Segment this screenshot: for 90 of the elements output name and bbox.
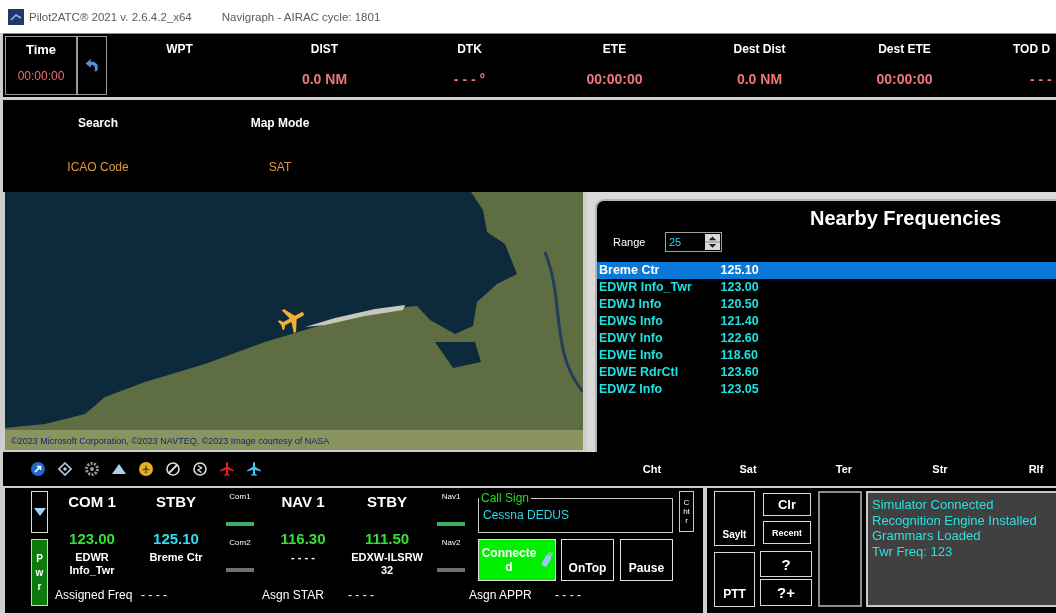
layer-toggle[interactable]: Rlf xyxy=(1022,463,1050,475)
selector-label: Com1 xyxy=(229,491,251,503)
column-label: Dest ETE xyxy=(878,41,931,57)
assignment-value: - - - - xyxy=(555,588,581,602)
frequency-row[interactable]: EDWE RdrCtl 123.60 xyxy=(597,364,1056,381)
radio-title: COM 1 xyxy=(68,493,116,511)
assignment-label: Asgn STAR xyxy=(262,588,325,602)
assignment-label: Asgn APPR xyxy=(469,588,533,602)
radio-title: STBY xyxy=(156,493,196,511)
radio-frequency: 123.00 xyxy=(69,530,115,548)
column-label: WPT xyxy=(166,41,193,57)
radio-frequency: 125.10 xyxy=(153,530,199,548)
airplane-icon[interactable] xyxy=(247,462,261,476)
column-value: 0.0 NM xyxy=(736,70,783,88)
radio-title: NAV 1 xyxy=(281,493,325,511)
assignment-value: - - - - xyxy=(141,588,167,602)
window-subtitle: Navigraph - AIRAC cycle: 1801 xyxy=(221,10,381,23)
radio-title: STBY xyxy=(367,493,407,511)
squiggle-circle-icon[interactable] xyxy=(193,462,207,476)
station-name: EDWR Info_Twr xyxy=(68,551,116,577)
selector-label: Com2 xyxy=(229,537,251,549)
frequency-row[interactable]: Breme Ctr 125.10 xyxy=(597,262,1056,279)
speech-button[interactable]: ?+ xyxy=(760,579,812,606)
panel-title: Nearby Frequencies xyxy=(809,206,1003,230)
option-value[interactable]: SAT xyxy=(268,160,292,174)
frequency-row[interactable]: EDWR Info_Twr 123.00 xyxy=(597,279,1056,296)
slashed-circle-icon[interactable] xyxy=(166,462,180,476)
frequency-row[interactable]: EDWZ Info 123.05 xyxy=(597,381,1056,398)
column-value: - - - ° xyxy=(453,70,486,88)
frequency-row[interactable]: EDWJ Info 120.50 xyxy=(597,296,1056,313)
status-message: Grammars Loaded xyxy=(872,528,982,545)
speech-button[interactable]: SayIt xyxy=(714,491,755,546)
speech-button[interactable]: Clr xyxy=(763,493,811,516)
option-label: Map Mode xyxy=(250,116,310,130)
speech-button[interactable]: PTT xyxy=(714,552,755,607)
frequency-row[interactable]: EDWY Info 122.60 xyxy=(597,330,1056,347)
station-name: - - - - xyxy=(290,551,316,564)
speech-button[interactable]: Recent xyxy=(763,521,811,544)
arrow-disc-icon[interactable] xyxy=(31,462,45,476)
column-value: 00:00:00 xyxy=(586,70,643,88)
map-attribution: ©2023 Microsoft Corporation, ©2023 NAVTEQ, ©2023 Image courtesy of NASA xyxy=(11,436,330,447)
curved-arrow-icon xyxy=(85,59,99,72)
column-label: TOD D xyxy=(1013,41,1051,57)
radio-frequency: 116.30 xyxy=(280,530,326,548)
diamond-icon[interactable] xyxy=(58,462,72,476)
option-value[interactable]: ICAO Code xyxy=(67,160,129,174)
status-message: Simulator Connected xyxy=(872,497,995,513)
refresh-button[interactable] xyxy=(77,36,107,95)
option-label: Search xyxy=(78,116,118,130)
status-message: Twr Freq: 123 xyxy=(872,544,954,560)
action-button[interactable]: OnTop xyxy=(561,539,614,581)
column-value: 00:00:00 xyxy=(876,70,933,88)
down-triangle-icon xyxy=(33,508,46,516)
selector-label: Nav1 xyxy=(441,491,461,503)
call-sign-value: Cessna DEDUS xyxy=(483,508,570,522)
assignment-label: Assigned Freq xyxy=(55,588,134,602)
time-label: Time xyxy=(25,42,57,58)
column-value: - - - xyxy=(1030,70,1052,88)
column-label: Dest Dist xyxy=(733,41,786,57)
frequency-row[interactable]: EDWS Info 121.40 xyxy=(597,313,1056,330)
layer-toggle[interactable]: Str xyxy=(926,463,954,475)
frequency-row[interactable]: EDWE Info 118.60 xyxy=(597,347,1056,364)
station-name: Breme Ctr xyxy=(148,551,204,564)
down-button[interactable] xyxy=(31,491,48,533)
action-button[interactable]: Pause xyxy=(620,539,673,581)
radio-frequency: 111.50 xyxy=(364,530,410,548)
assignment-value: - - - - xyxy=(348,588,374,602)
airplane-disc-icon[interactable] xyxy=(139,462,153,476)
layer-toggle[interactable]: Cht xyxy=(638,463,666,475)
layer-toggle[interactable]: Ter xyxy=(830,463,858,475)
column-label: DIST xyxy=(310,41,339,57)
spin-arrows-icon[interactable] xyxy=(705,234,720,250)
speech-button[interactable]: ? xyxy=(760,551,812,577)
column-label: DTK xyxy=(457,41,482,57)
status-message: Recognition Engine Installed xyxy=(872,512,1038,529)
call-sign-label: Call Sign xyxy=(480,491,531,505)
app-icon xyxy=(8,8,24,25)
power-button[interactable]: Pwr xyxy=(31,539,48,606)
layer-toggle[interactable]: Sat xyxy=(734,463,762,475)
window-title: Pilot2ATC® 2021 v. 2.6.4.2_x64 xyxy=(29,10,192,23)
station-name: EDXW-ILSRW 32 xyxy=(350,551,424,577)
selector-label: Nav2 xyxy=(441,537,461,549)
time-value: 00:00:00 xyxy=(17,69,65,83)
triangle-icon[interactable] xyxy=(112,462,126,476)
range-label: Range xyxy=(613,236,647,248)
column-value: 0.0 NM xyxy=(301,70,348,88)
gear-icon[interactable] xyxy=(85,462,99,476)
character-button[interactable]: Chtr xyxy=(679,491,694,532)
airplane-icon[interactable] xyxy=(220,462,234,476)
column-label: ETE xyxy=(602,41,627,57)
